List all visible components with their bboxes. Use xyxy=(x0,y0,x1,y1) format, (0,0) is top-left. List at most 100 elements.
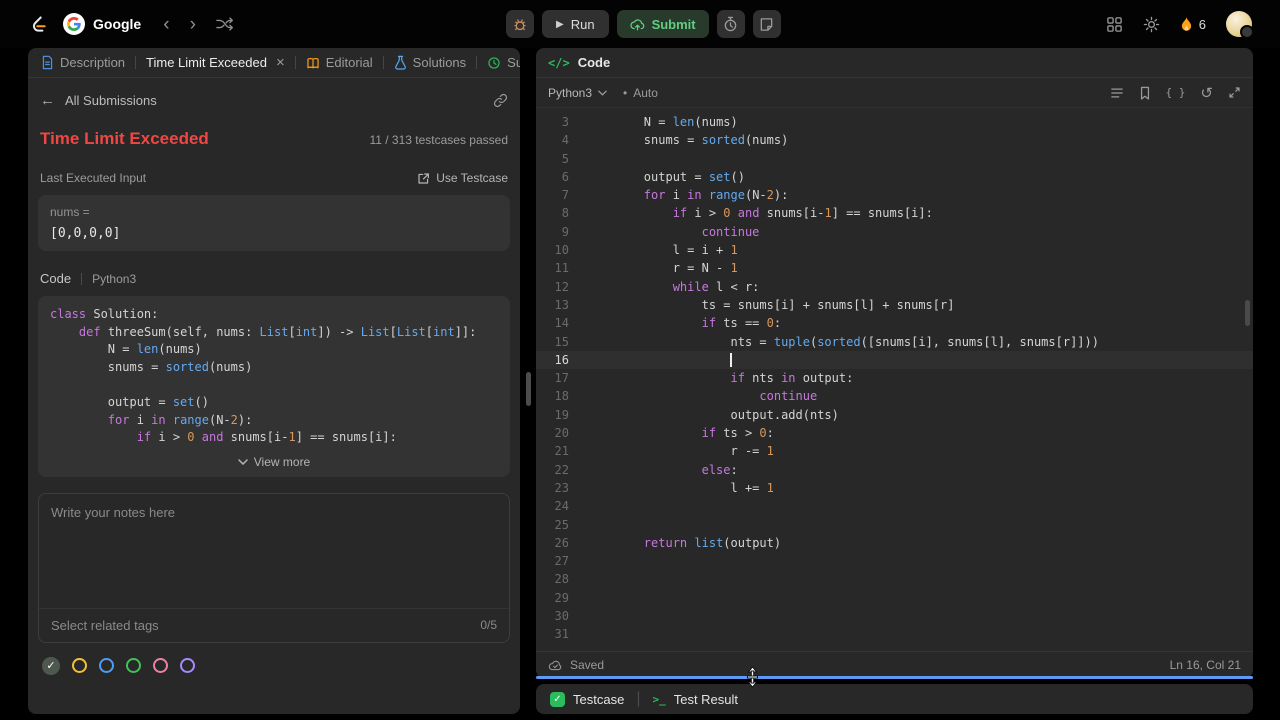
auto-toggle[interactable]: • Auto xyxy=(623,86,658,100)
line-number: 19 xyxy=(554,407,569,422)
notes-textarea[interactable]: Write your notes here xyxy=(39,494,509,608)
line-number: 16 xyxy=(554,352,569,367)
mini-code-line: snums = sorted(nums) xyxy=(50,359,253,374)
mini-code-line: def threeSum(self, nums: List[int]) -> L… xyxy=(78,324,477,339)
timer-icon[interactable] xyxy=(716,10,745,38)
tag-color-ring[interactable] xyxy=(99,658,114,674)
cursor-position: Ln 16, Col 21 xyxy=(1169,658,1241,672)
saved-label: Saved xyxy=(570,658,605,672)
settings-gear-icon[interactable] xyxy=(1143,16,1160,33)
all-submissions-back[interactable]: ← All Submissions xyxy=(38,86,510,109)
tab-testcase[interactable]: ✓ Testcase xyxy=(550,691,624,707)
run-button[interactable]: ▶ Run xyxy=(542,10,609,38)
tab-test-result[interactable]: >_ Test Result xyxy=(652,692,738,707)
editor-line: 3 N = len(nums) xyxy=(536,113,1253,131)
mini-code-line: if i > 0 and snums[i-1] == snums[i]: xyxy=(136,430,397,445)
editor-line: 27 xyxy=(536,552,1253,570)
tag-color-ring[interactable] xyxy=(153,658,168,674)
left-panel: Description Time Limit Exceeded × Editor… xyxy=(28,48,520,714)
editor-line: 29 xyxy=(536,589,1253,607)
tag-color-ring[interactable] xyxy=(72,658,87,674)
testcase-check-icon: ✓ xyxy=(550,691,565,707)
format-lines-icon[interactable] xyxy=(1110,87,1124,99)
tab-divider xyxy=(382,56,384,69)
cloud-upload-icon xyxy=(629,18,645,31)
close-tab-icon[interactable]: × xyxy=(276,54,285,71)
editor-line: 10 l = i + 1 xyxy=(536,241,1253,259)
notes-icon[interactable] xyxy=(752,10,781,38)
terminal-icon: >_ xyxy=(652,692,666,706)
language-selector[interactable]: Python3 xyxy=(548,86,607,100)
tag-color-ring[interactable] xyxy=(180,658,195,674)
share-link-icon[interactable] xyxy=(493,93,508,108)
line-code: ts = snums[i] + snums[l] + snums[r] xyxy=(586,297,955,312)
panel-resize-divider-horizontal[interactable] xyxy=(536,676,1253,679)
line-code: snums = sorted(nums) xyxy=(586,133,789,148)
input-value: [0,0,0,0] xyxy=(50,226,121,241)
line-number: 23 xyxy=(554,480,569,495)
debug-button[interactable] xyxy=(506,10,534,38)
line-number: 12 xyxy=(554,279,569,294)
panel-tab-bar: Description Time Limit Exceeded × Editor… xyxy=(28,48,520,78)
avatar[interactable] xyxy=(1226,11,1254,39)
tab-editorial[interactable]: Editorial xyxy=(301,48,378,77)
line-number: 24 xyxy=(554,499,569,514)
company-tag-label: Google xyxy=(93,16,142,32)
bookmark-icon[interactable] xyxy=(1139,86,1151,100)
line-code: if nts in output: xyxy=(730,371,854,386)
tag-check-icon[interactable]: ✓ xyxy=(42,656,60,675)
text-caret xyxy=(730,352,732,367)
streak-count: 6 xyxy=(1198,16,1206,32)
reset-code-icon[interactable]: ↺ xyxy=(1200,84,1213,102)
next-question-icon[interactable]: › xyxy=(190,15,196,34)
layout-grid-icon[interactable] xyxy=(1106,16,1123,33)
last-input-card[interactable]: nums = [0,0,0,0] xyxy=(38,195,510,251)
line-number: 14 xyxy=(554,316,569,331)
line-number: 30 xyxy=(554,609,569,624)
tab-solutions[interactable]: Solutions xyxy=(389,48,471,77)
divider xyxy=(81,272,83,285)
submit-button[interactable]: Submit xyxy=(616,10,709,38)
line-code: N = len(nums) xyxy=(586,115,738,129)
editor-scrollbar[interactable] xyxy=(1245,300,1250,326)
view-more-button[interactable]: View more xyxy=(50,455,498,469)
line-code: continue xyxy=(701,224,760,239)
console-panel: ✓ Testcase | >_ Test Result xyxy=(536,684,1253,714)
company-tag-google[interactable]: Google xyxy=(63,13,141,35)
code-editor[interactable]: 3 N = len(nums) 4 snums = sorted(nums) 5 6… xyxy=(536,108,1253,651)
expand-icon[interactable] xyxy=(1228,86,1241,99)
editor-line: 5 xyxy=(536,150,1253,168)
editor-line: 28 xyxy=(536,570,1253,588)
line-code: return list(output) xyxy=(643,535,782,550)
tab-divider xyxy=(294,56,296,69)
mini-code-line: class Solution: xyxy=(50,307,159,321)
tab-description[interactable]: Description xyxy=(36,48,130,77)
tab-submissions[interactable]: Sub xyxy=(482,48,520,77)
streak-counter[interactable]: 6 xyxy=(1180,16,1206,32)
line-number: 29 xyxy=(554,590,569,605)
mini-code-line xyxy=(50,376,498,394)
editor-line: 12 while l < r: xyxy=(536,278,1253,296)
prev-question-icon[interactable]: ‹ xyxy=(163,15,169,34)
shuffle-icon[interactable] xyxy=(216,16,234,32)
cloud-saved-icon xyxy=(548,659,563,671)
use-testcase-button[interactable]: Use Testcase xyxy=(417,171,508,185)
panel-resize-handle-vertical[interactable] xyxy=(526,372,531,406)
editor-line: 7 for i in range(N-2): xyxy=(536,186,1253,204)
dot-icon: • xyxy=(623,85,628,100)
flask-icon xyxy=(394,55,407,70)
editor-status-bar: Saved Ln 16, Col 21 xyxy=(536,651,1253,678)
tag-color-ring[interactable] xyxy=(126,658,141,674)
code-panel-title: Code xyxy=(577,55,611,70)
tab-time-limit-exceeded[interactable]: Time Limit Exceeded × xyxy=(141,48,290,77)
related-tags-input[interactable]: Select related tags xyxy=(51,618,159,633)
google-logo-icon xyxy=(63,13,85,35)
flame-icon xyxy=(1180,16,1193,32)
editor-line: 23 l += 1 xyxy=(536,479,1253,497)
braces-icon[interactable]: { } xyxy=(1166,86,1186,99)
leetcode-logo[interactable] xyxy=(28,13,49,36)
line-number: 15 xyxy=(554,334,569,349)
play-icon: ▶ xyxy=(556,18,564,30)
